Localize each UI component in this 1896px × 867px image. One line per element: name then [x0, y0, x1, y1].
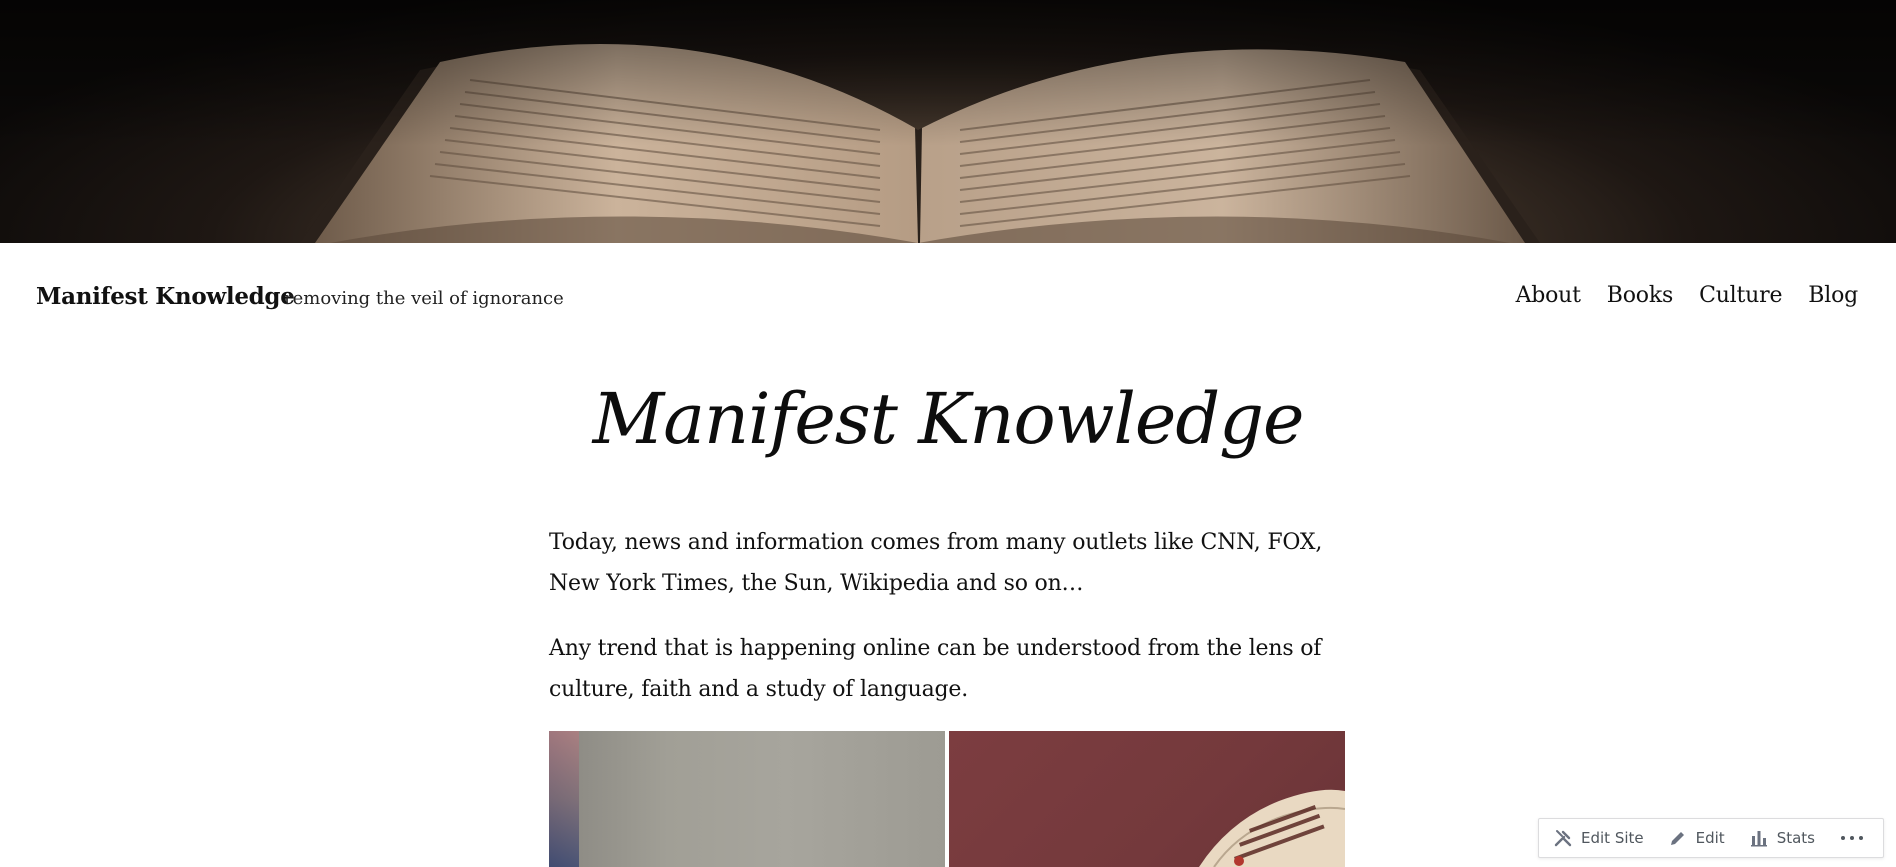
nav-item-culture[interactable]: Culture — [1699, 283, 1782, 308]
site-title-link[interactable]: Manifest Knowledge — [36, 283, 295, 310]
more-icon[interactable] — [1840, 836, 1863, 840]
stats-label: Stats — [1776, 829, 1815, 847]
nav-item-about[interactable]: About — [1516, 283, 1581, 308]
edit-site-label: Edit Site — [1581, 829, 1644, 847]
nav-item-books[interactable]: Books — [1607, 283, 1673, 308]
tools-icon — [1553, 828, 1573, 848]
second-paragraph: Any trend that is happening online can b… — [549, 636, 1322, 702]
gallery-image-manuscript[interactable] — [949, 731, 1345, 867]
page-title: Manifest Knowledge — [592, 378, 1305, 460]
main-content: Today, news and information comes from m… — [549, 522, 1345, 734]
primary-nav: About Books Culture Blog — [1516, 283, 1859, 308]
hero-book-image — [0, 0, 1896, 243]
site-tagline: removing the veil of ignorance — [284, 288, 564, 309]
site-header: Manifest Knowledge removing the veil of … — [0, 243, 1896, 353]
gallery-image-blurred-books[interactable] — [549, 731, 945, 867]
edit-site-button[interactable]: Edit Site — [1553, 828, 1644, 848]
stats-button[interactable]: Stats — [1749, 828, 1815, 848]
pencil-icon — [1668, 828, 1688, 848]
image-gallery — [549, 731, 1345, 867]
nav-item-blog[interactable]: Blog — [1808, 283, 1858, 308]
intro-paragraph: Today, news and information comes from m… — [549, 530, 1323, 596]
admin-toolbar: Edit Site Edit Stats — [1538, 818, 1884, 858]
edit-button[interactable]: Edit — [1668, 828, 1725, 848]
edit-label: Edit — [1695, 829, 1725, 847]
open-book-illustration — [0, 0, 1896, 243]
bar-chart-icon — [1749, 828, 1769, 848]
